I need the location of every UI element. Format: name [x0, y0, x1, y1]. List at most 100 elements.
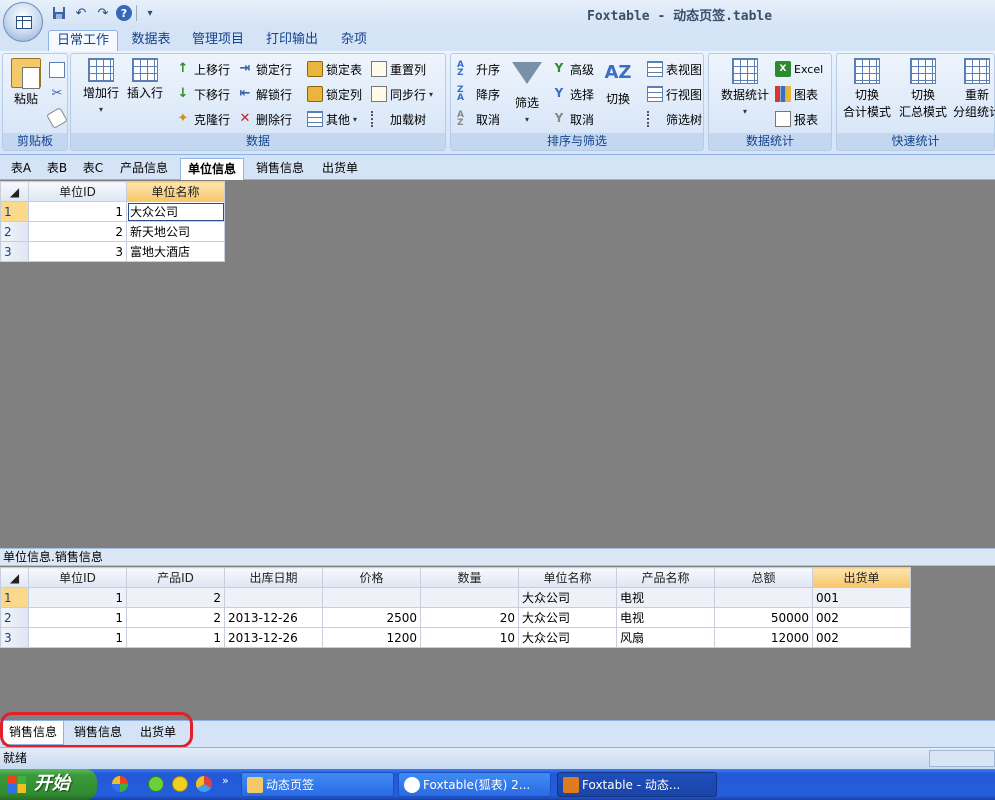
save-icon[interactable] — [50, 4, 68, 22]
row-number[interactable]: 3 — [0, 241, 29, 262]
cell-unit-id[interactable]: 1 — [28, 607, 127, 628]
table-row[interactable]: 2 1 2 2013-12-26 2500 20 大众公司 电视 50000 0… — [0, 607, 911, 628]
sheet-tab-product-info[interactable]: 产品信息 — [114, 158, 174, 180]
sheet-tab-c[interactable]: 表C — [78, 158, 108, 180]
table-row[interactable]: 3 1 1 2013-12-26 1200 10 大众公司 风扇 12000 0… — [0, 627, 911, 648]
cell-unit-name[interactable]: 大众公司 — [518, 607, 617, 628]
row-number[interactable]: 1 — [0, 201, 29, 222]
sort-desc-button[interactable]: Z A 降序 — [457, 84, 500, 104]
add-row-dropdown-icon[interactable]: ▾ — [99, 105, 103, 114]
paste-button[interactable]: 粘贴 — [9, 58, 43, 107]
data-stats-dropdown-icon[interactable]: ▾ — [743, 107, 747, 116]
lock-column-button[interactable]: 锁定列 — [307, 84, 362, 104]
cell-ship-date[interactable]: 2013-12-26 — [224, 627, 323, 648]
lock-row-button[interactable]: ⇥ 锁定行 — [237, 59, 292, 79]
cell-product-name[interactable]: 风扇 — [616, 627, 715, 648]
sheet-tab-b[interactable]: 表B — [42, 158, 72, 180]
quick-launch-refresh-icon[interactable] — [148, 776, 164, 792]
cell-unit-id[interactable]: 1 — [28, 201, 127, 222]
other-button[interactable]: 其他 ▾ — [307, 109, 357, 129]
ribbon-tab-print[interactable]: 打印输出 — [260, 30, 324, 51]
regroup-stats-button[interactable]: 重新 分组统计 — [949, 58, 995, 120]
row-number[interactable]: 3 — [0, 627, 29, 648]
column-header-product-name[interactable]: 产品名称 — [616, 567, 715, 588]
cell-product-id[interactable]: 2 — [126, 607, 225, 628]
row-number[interactable]: 2 — [0, 221, 29, 242]
ribbon-tab-daily[interactable]: 日常工作 — [48, 30, 118, 51]
sort-cancel-button[interactable]: A Z 取消 — [457, 109, 500, 129]
redo-icon[interactable]: ↷ — [94, 4, 112, 22]
cell-quantity[interactable]: 10 — [420, 627, 519, 648]
copy-button[interactable] — [49, 60, 65, 80]
data-stats-button[interactable]: 数据统计 ▾ — [717, 58, 773, 117]
cell-shipping-no[interactable]: 002 — [812, 627, 911, 648]
unlock-row-button[interactable]: ⇤ 解锁行 — [237, 84, 292, 104]
cell-product-id[interactable]: 2 — [126, 587, 225, 608]
sheet-tab-shipping[interactable]: 出货单 — [316, 158, 364, 180]
report-button[interactable]: 报表 — [775, 109, 818, 129]
related-tab-sales-info-2[interactable]: 销售信息 — [68, 721, 128, 745]
cancel-filter-button[interactable]: Y 取消 — [551, 109, 594, 129]
cell-unit-name[interactable]: 大众公司 — [126, 201, 225, 222]
cell-price[interactable] — [322, 587, 421, 608]
toggle-sort-button[interactable]: AZ 切换 — [601, 58, 635, 107]
column-header-shipping-no[interactable]: 出货单 — [812, 567, 911, 588]
column-header-unit-id[interactable]: 单位ID — [28, 567, 127, 588]
sheet-tab-unit-info[interactable]: 单位信息 — [180, 158, 244, 180]
move-down-button[interactable]: ↓ 下移行 — [175, 84, 230, 104]
column-header-unit-name[interactable]: 单位名称 — [126, 181, 225, 202]
app-menu-button[interactable] — [3, 2, 43, 42]
ribbon-tab-datatable[interactable]: 数据表 — [124, 30, 178, 51]
ribbon-tab-misc[interactable]: 杂项 — [334, 30, 374, 51]
ribbon-tab-project[interactable]: 管理项目 — [186, 30, 250, 51]
cell-unit-id[interactable]: 2 — [28, 221, 127, 242]
related-tab-shipping[interactable]: 出货单 — [134, 721, 182, 745]
row-view-button[interactable]: 行视图 — [647, 84, 702, 104]
quick-launch-add-icon[interactable] — [172, 776, 188, 792]
filter-dropdown-icon[interactable]: ▾ — [525, 115, 529, 124]
table-view-button[interactable]: 表视图 — [647, 59, 702, 79]
chart-button[interactable]: 图表 — [775, 84, 818, 104]
table-row[interactable]: 3 3 富地大酒店 — [0, 241, 225, 262]
cell-price[interactable]: 1200 — [322, 627, 421, 648]
select-all-corner[interactable]: ◢ — [0, 181, 29, 202]
cell-quantity[interactable]: 20 — [420, 607, 519, 628]
insert-row-button[interactable]: 插入行 — [125, 58, 165, 101]
start-button[interactable]: 开始 — [0, 769, 97, 800]
sync-row-button[interactable]: 同步行 ▾ — [371, 84, 433, 104]
cell-unit-name[interactable]: 新天地公司 — [126, 221, 225, 242]
taskbar-item-browser[interactable]: Foxtable(狐表) 2... — [398, 772, 551, 797]
help-icon[interactable]: ? — [116, 5, 132, 21]
row-number[interactable]: 2 — [0, 607, 29, 628]
quick-launch-more-icon[interactable]: » — [222, 774, 229, 787]
cell-product-name[interactable]: 电视 — [616, 587, 715, 608]
table-row[interactable]: 1 1 大众公司 — [0, 201, 225, 222]
load-tree-button[interactable]: 加载树 — [371, 109, 426, 129]
cell-quantity[interactable] — [420, 587, 519, 608]
cell-total[interactable]: 12000 — [714, 627, 813, 648]
taskbar-item-foxtable[interactable]: Foxtable - 动态... — [557, 772, 717, 797]
toggle-total-mode-button[interactable]: 切换 合计模式 — [839, 58, 895, 120]
quick-launch-app-icon[interactable] — [112, 776, 128, 792]
cell-ship-date[interactable] — [224, 587, 323, 608]
column-header-quantity[interactable]: 数量 — [420, 567, 519, 588]
lock-table-button[interactable]: 锁定表 — [307, 59, 362, 79]
cell-product-id[interactable]: 1 — [126, 627, 225, 648]
cell-unit-name[interactable]: 大众公司 — [518, 587, 617, 608]
cell-product-name[interactable]: 电视 — [616, 607, 715, 628]
cell-unit-id[interactable]: 1 — [28, 627, 127, 648]
toggle-summary-mode-button[interactable]: 切换 汇总模式 — [895, 58, 951, 120]
quick-launch-media-icon[interactable] — [196, 776, 212, 792]
filter-button[interactable]: 筛选 ▾ — [509, 58, 545, 125]
table-row[interactable]: 1 1 2 大众公司 电视 001 — [0, 587, 911, 608]
format-painter-button[interactable] — [46, 107, 68, 129]
add-row-button[interactable]: 增加行 ▾ — [81, 58, 121, 115]
select-filter-button[interactable]: Y 选择 — [551, 84, 594, 104]
cell-unit-name[interactable]: 富地大酒店 — [126, 241, 225, 262]
sheet-tab-sales-info[interactable]: 销售信息 — [250, 158, 310, 180]
table-row[interactable]: 2 2 新天地公司 — [0, 221, 225, 242]
sheet-tab-a[interactable]: 表A — [6, 158, 36, 180]
taskbar-item-folder[interactable]: 动态页签 — [241, 772, 394, 797]
cell-total[interactable]: 50000 — [714, 607, 813, 628]
column-header-unit-name[interactable]: 单位名称 — [518, 567, 617, 588]
